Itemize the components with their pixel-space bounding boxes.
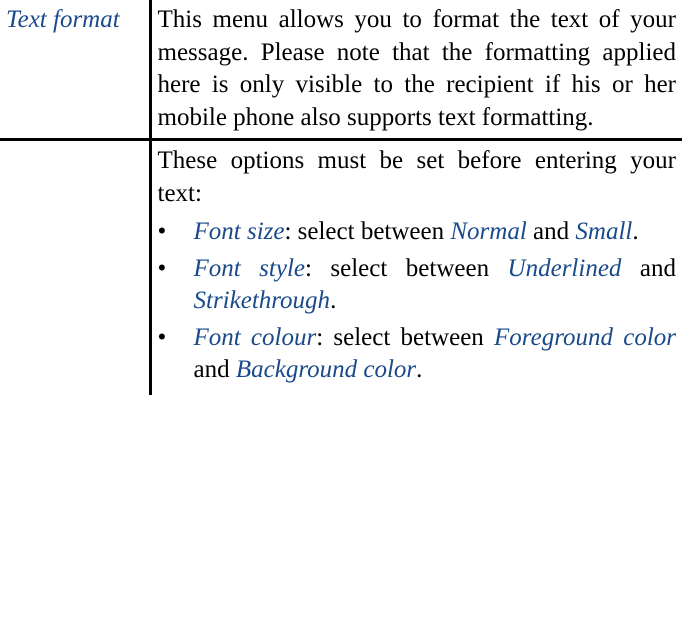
bullet-icon: • (158, 322, 167, 355)
list-item-body: Font size: select between Normal and Sma… (194, 216, 677, 249)
cell-right: These options must be set before enterin… (150, 140, 682, 395)
options-list: • Font size: select between Normal and S… (158, 216, 677, 387)
opt-end: . (330, 287, 336, 314)
row1-right-text: This menu allows you to format the text … (158, 6, 677, 131)
list-item: • Font size: select between Normal and S… (158, 216, 677, 249)
opt-value: Underlined (508, 255, 622, 282)
opt-mid: and (527, 218, 576, 245)
opt-value: Foreground color (494, 324, 676, 351)
cell-left-empty (0, 140, 150, 395)
opt-value: Normal (450, 218, 526, 245)
opt-sep: : select between (305, 255, 508, 282)
opt-term: Font style (194, 255, 306, 282)
list-item: • Font colour: select between Foreground… (158, 322, 677, 387)
cell-right: This menu allows you to format the text … (150, 0, 682, 140)
opt-term: Font colour (194, 324, 317, 351)
list-item-body: Font style: select between Underlined an… (194, 253, 677, 318)
opt-end: . (416, 356, 422, 383)
bullet-icon: • (158, 216, 167, 249)
table-row: These options must be set before enterin… (0, 140, 682, 395)
opt-term: Font size (194, 218, 285, 245)
opt-sep: : select between (316, 324, 494, 351)
opt-value: Small (575, 218, 632, 245)
opt-value: Strikethrough (194, 287, 331, 314)
opt-mid: and (194, 356, 236, 383)
opt-value: Background color (236, 356, 416, 383)
opt-sep: : select between (284, 218, 450, 245)
bullet-icon: • (158, 253, 167, 286)
list-item-body: Font colour: select between Foreground c… (194, 322, 677, 387)
row1-left-text: Text format (6, 6, 120, 33)
row2-intro: These options must be set before enterin… (158, 145, 677, 210)
doc-table: Text format This menu allows you to form… (0, 0, 682, 395)
cell-left: Text format (0, 0, 150, 140)
table-row: Text format This menu allows you to form… (0, 0, 682, 140)
opt-mid: and (621, 255, 676, 282)
opt-end: . (632, 218, 638, 245)
list-item: • Font style: select between Underlined … (158, 253, 677, 318)
